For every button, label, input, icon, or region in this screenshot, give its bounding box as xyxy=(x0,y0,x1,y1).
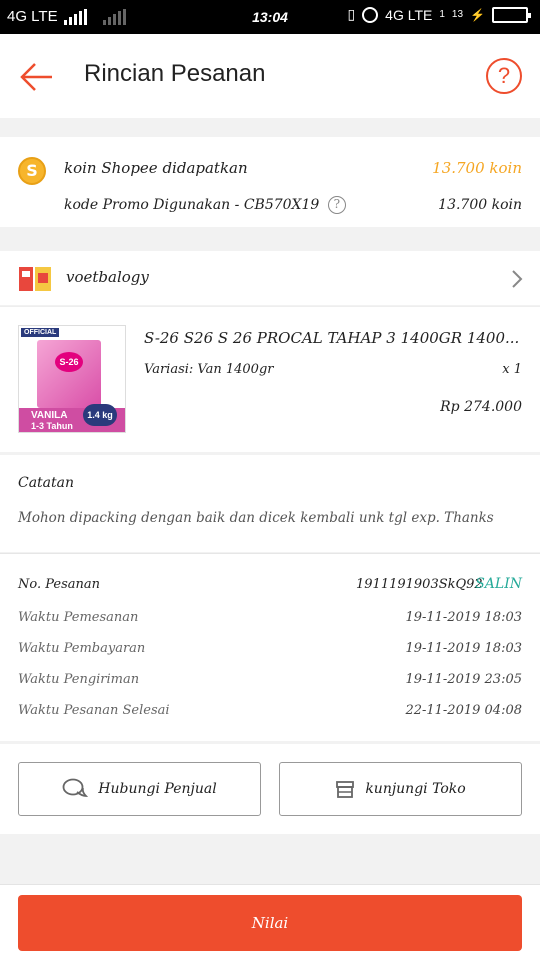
store-icon xyxy=(336,781,355,798)
product-age-text: 1-3 Tahun xyxy=(31,421,73,431)
promo-info-icon[interactable]: ? xyxy=(327,196,346,214)
note-title: Catatan xyxy=(18,475,75,491)
status-bar: 4G LTE 13:04 ▯ 4G LTE 1 13 ⚡ xyxy=(0,0,540,34)
chevron-right-icon xyxy=(512,270,523,288)
official-badge: OFFICIAL xyxy=(21,328,60,337)
completed-time-value: 22-11-2019 04:08 xyxy=(405,703,522,718)
contact-seller-label: Hubungi Penjual xyxy=(98,781,217,797)
product-name: S-26 S26 S 26 PROCAL TAHAP 3 1400GR 1400… xyxy=(144,329,520,347)
visit-shop-button[interactable]: kunjungi Toko xyxy=(279,762,522,816)
product-card[interactable]: OFFICIAL S-26 VANILA 1-3 Tahun 1.4 kg S-… xyxy=(0,306,540,452)
order-number-label: No. Pesanan xyxy=(18,577,101,592)
app-bar: Rincian Pesanan ? xyxy=(0,34,540,118)
shop-name: voetbalogy xyxy=(66,268,149,286)
chat-icon xyxy=(62,778,89,797)
visit-shop-label: kunjungi Toko xyxy=(365,781,466,797)
sim-indicator: 1 xyxy=(439,9,445,20)
shipping-time-value: 19-11-2019 23:05 xyxy=(405,672,522,687)
product-flavor-text: VANILA xyxy=(31,410,68,421)
completed-time-label: Waktu Pesanan Selesai xyxy=(18,703,170,718)
help-icon[interactable]: ? xyxy=(486,58,522,94)
coins-earned-label: koin Shopee didapatkan xyxy=(64,159,248,177)
contact-seller-button[interactable]: Hubungi Penjual xyxy=(18,762,261,816)
actions-card: Hubungi Penjual kunjungi Toko xyxy=(0,744,540,834)
product-price: Rp 274.000 xyxy=(440,399,522,415)
product-box-art xyxy=(37,340,101,408)
alarm-icon xyxy=(362,6,379,23)
promo-code-row: kode Promo Digunakan - CB570X19 ? xyxy=(64,196,346,214)
back-arrow-icon[interactable] xyxy=(18,58,56,96)
product-quantity: x 1 xyxy=(502,362,522,377)
payment-time-value: 19-11-2019 18:03 xyxy=(405,641,522,656)
charging-icon: ⚡ xyxy=(470,7,485,22)
order-time-value: 19-11-2019 18:03 xyxy=(405,610,522,625)
note-card: Catatan Mohon dipacking dengan baik dan … xyxy=(0,455,540,552)
product-size-badge: 1.4 kg xyxy=(83,404,117,426)
battery-icon xyxy=(492,6,531,23)
order-number-value: 1911191903SkQ92 xyxy=(356,577,483,592)
shop-row[interactable]: voetbalogy xyxy=(0,251,540,305)
product-variation: Variasi: Van 1400gr xyxy=(144,362,274,377)
coins-earned-value: 13.700 koin xyxy=(432,159,522,177)
product-image: OFFICIAL S-26 VANILA 1-3 Tahun 1.4 kg xyxy=(18,325,126,433)
rate-button[interactable]: Nilai xyxy=(18,895,522,951)
copy-order-number-button[interactable]: SALIN xyxy=(475,576,522,592)
note-text: Mohon dipacking dengan baik dan dicek ke… xyxy=(18,510,494,526)
product-brand-mark: S-26 xyxy=(55,352,83,372)
page-title: Rincian Pesanan xyxy=(84,60,266,87)
payment-time-label: Waktu Pembayaran xyxy=(18,641,146,656)
network-label-right: 4G LTE xyxy=(385,6,433,23)
promo-code-value: 13.700 koin xyxy=(438,197,522,213)
order-time-label: Waktu Pemesanan xyxy=(18,610,139,625)
shopee-coin-icon: S xyxy=(18,157,46,185)
coins-card: S koin Shopee didapatkan 13.700 koin kod… xyxy=(0,137,540,227)
order-info-card: No. Pesanan 1911191903SkQ92 SALIN Waktu … xyxy=(0,553,540,741)
vibrate-icon: ▯ xyxy=(347,6,356,22)
promo-code-label: kode Promo Digunakan - CB570X19 xyxy=(64,197,320,213)
shop-logo-icon xyxy=(19,267,51,291)
sim-indicator-2: 13 xyxy=(451,9,464,20)
shipping-time-label: Waktu Pengiriman xyxy=(18,672,140,687)
